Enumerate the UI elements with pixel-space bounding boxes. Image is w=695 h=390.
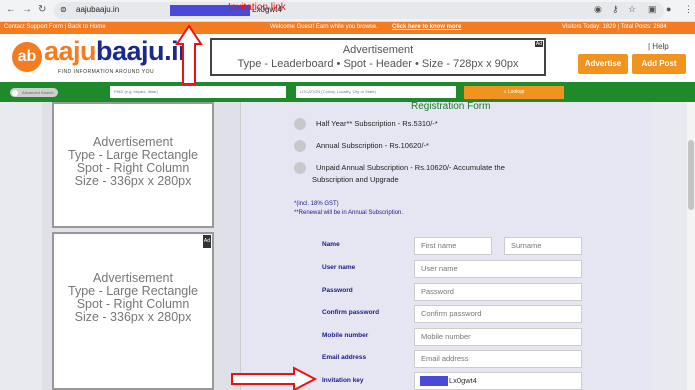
advertise-button[interactable]: Advertise: [578, 54, 628, 74]
know-more-link[interactable]: Click here to know more: [392, 24, 461, 30]
address-bar[interactable]: ⊜ aajubaaju.in Lx0gwt4: [54, 2, 664, 19]
half-year-label: Half Year** Subscription - Rs.5310/-*: [316, 119, 438, 128]
registration-title: Registration Form: [411, 101, 491, 112]
logo-part-1: aaju: [44, 36, 97, 66]
help-link[interactable]: | Help: [648, 42, 669, 51]
renewal-text: **Renewal will be in Annual Subscription…: [294, 210, 404, 216]
extension-icon[interactable]: ▣: [648, 4, 657, 15]
annual-radio[interactable]: [294, 140, 306, 152]
ad-line: Size - 336px x 280px: [74, 310, 192, 324]
ad-title: Advertisement: [342, 44, 414, 56]
location-icon[interactable]: ◉: [594, 4, 602, 15]
unpaid-annual-radio[interactable]: [294, 162, 306, 174]
add-post-button[interactable]: Add Post: [632, 54, 686, 74]
logo-tagline: FIND INFORMATION AROUND YOU: [58, 69, 155, 75]
ad-box-2[interactable]: Ad Advertisement Type - Large Rectangle …: [52, 232, 214, 390]
first-name-input[interactable]: First name: [414, 237, 492, 255]
mobile-input[interactable]: Mobile number: [414, 328, 582, 346]
confirm-password-label: Confirm password: [322, 309, 380, 316]
key-icon[interactable]: ⚷: [612, 4, 619, 15]
ad-badge: Ad: [202, 235, 211, 248]
invitation-key-label: Invitation key: [322, 377, 364, 384]
username-input[interactable]: User name: [414, 260, 582, 278]
annual-label: Annual Subscription - Rs.10620/-*: [316, 141, 429, 150]
lookup-label: Lookup: [507, 89, 525, 95]
location-input[interactable]: LOCATION (Colony, Locality, City or Stat…: [296, 86, 456, 98]
ad-line: Size - 336px x 280px: [74, 174, 192, 188]
invitation-link-annotation: Invitation link: [228, 2, 286, 13]
gst-note: *(incl. 18% GST) **Renewal will be in An…: [294, 200, 403, 218]
find-input[interactable]: FIND (e.g. biryani, dhtar): [110, 86, 286, 98]
email-label: Email address: [322, 354, 367, 361]
logo-mark[interactable]: ab: [12, 42, 42, 72]
reload-icon[interactable]: ↻: [38, 4, 46, 15]
top-info-bar: Contact Support Form | Back to Home Welc…: [0, 22, 695, 34]
confirm-password-input[interactable]: Confirm password: [414, 305, 582, 323]
forward-icon[interactable]: →: [22, 4, 32, 15]
name-label: Name: [322, 241, 340, 248]
gst-text: *(incl. 18% GST): [294, 201, 339, 207]
welcome-text: Welcome Guest! Earn while you browse.: [270, 24, 378, 30]
site-info-icon[interactable]: ⊜: [60, 5, 67, 14]
invitation-key-value: Lx0gwt4: [449, 376, 477, 385]
advanced-search-toggle[interactable]: Advanced Search: [10, 88, 58, 97]
half-year-radio[interactable]: [294, 118, 306, 130]
logo-part-2: baaju: [96, 36, 165, 66]
browser-toolbar: ← → ↻ ⊜ aajubaaju.in Lx0gwt4 ◉ ⚷ ☆ ▣ ● ⋮: [0, 0, 695, 22]
menu-icon[interactable]: ⋮: [684, 4, 693, 15]
unpaid-annual-label: Unpaid Annual Subscription - Rs.10620/- …: [316, 163, 505, 172]
logo-wordmark[interactable]: aajubaaju.in: [44, 36, 195, 67]
mobile-label: Mobile number: [322, 332, 369, 339]
visitor-stats: Visitors Today: 1829 | Total Posts: 2684: [562, 24, 667, 30]
ad-box-1[interactable]: Advertisement Type - Large Rectangle Spo…: [52, 102, 214, 228]
redacted-key-segment: [420, 376, 448, 386]
email-input[interactable]: Email address: [414, 350, 582, 368]
profile-icon[interactable]: ●: [666, 4, 671, 14]
leaderboard-ad[interactable]: Advertisement Type - Leaderboard • Spot …: [210, 38, 546, 76]
star-icon[interactable]: ☆: [628, 4, 636, 15]
back-icon[interactable]: ←: [6, 4, 16, 15]
password-input[interactable]: Password: [414, 283, 582, 301]
password-label: Password: [322, 287, 353, 294]
surname-input[interactable]: Surname: [504, 237, 582, 255]
site-header: ab aajubaaju.in FIND INFORMATION AROUND …: [0, 34, 695, 82]
unpaid-annual-label-2: Subscription and Upgrade: [312, 175, 399, 184]
scrollbar-thumb[interactable]: [688, 140, 694, 210]
ad-badge: Ad: [534, 41, 543, 47]
support-links[interactable]: Contact Support Form | Back to Home: [4, 24, 106, 30]
ad-description: Type - Leaderboard • Spot - Header • Siz…: [237, 58, 519, 70]
lookup-button[interactable]: ⌕ Lookup: [464, 86, 564, 99]
search-bar: Advanced Search FIND (e.g. biryani, dhta…: [0, 82, 695, 102]
logo-part-3: .in: [164, 36, 195, 66]
username-label: User name: [322, 264, 356, 271]
url-host: aajubaaju.in: [76, 5, 120, 14]
